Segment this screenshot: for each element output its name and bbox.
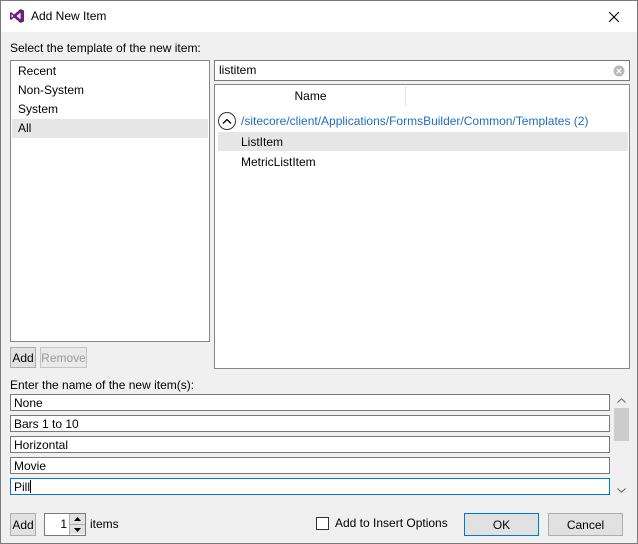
remove-category-button[interactable]: Remove [40,347,87,368]
template-label: MetricListItem [241,155,316,169]
category-item-system[interactable]: System [12,100,208,119]
category-item-all[interactable]: All [12,119,208,138]
stepper-buttons [69,514,85,535]
item-name-input-3[interactable]: Horizontal [10,436,610,453]
item-name-input-4[interactable]: Movie [10,457,610,474]
select-template-label: Select the template of the new item: [10,41,201,55]
add-category-button[interactable]: Add [10,347,36,368]
category-item-non-system[interactable]: Non-System [12,81,208,100]
search-value: listitem [219,63,257,77]
folder-path-link[interactable]: /sitecore/client/Applications/FormsBuild… [241,114,588,128]
item-name-value: None [14,396,43,410]
column-header-name[interactable]: Name [216,86,406,106]
scroll-down-button[interactable] [613,483,630,497]
scroll-thumb[interactable] [614,408,629,441]
item-name-value: Horizontal [14,438,69,452]
add-items-button[interactable]: Add [10,513,36,536]
visual-studio-icon [10,9,24,23]
item-count-value: 1 [60,517,67,531]
clear-search-icon[interactable] [613,65,625,77]
stepper-up-icon [74,517,81,521]
close-button[interactable] [591,1,637,32]
item-name-value: Pill [14,480,31,494]
collapse-icon [222,118,232,124]
stepper-down-icon [74,527,81,532]
item-name-value: Movie [14,459,47,473]
category-list: Recent Non-System System All [10,60,210,342]
column-header-empty [406,86,629,106]
template-item-listitem[interactable]: ListItem [218,132,628,151]
stepper-up-button[interactable] [70,514,85,524]
item-count-stepper[interactable]: 1 [44,513,86,536]
item-name-input-2[interactable]: Bars 1 to 10 [10,415,610,432]
window-title: Add New Item [31,9,107,23]
template-results-list: Name /sitecore/client/Applications/Forms… [214,84,630,369]
collapse-button[interactable] [218,112,236,130]
stepper-down-button[interactable] [70,524,85,534]
ok-button[interactable]: OK [464,513,539,536]
category-label: Recent [18,64,57,78]
text-caret [30,480,32,493]
folder-row[interactable]: /sitecore/client/Applications/FormsBuild… [218,111,628,131]
cancel-button[interactable]: Cancel [548,513,623,536]
scroll-up-button[interactable] [613,393,630,407]
item-name-input-1[interactable]: None [10,394,610,411]
title-bar: Add New Item [1,1,637,32]
enter-name-label: Enter the name of the new item(s): [10,378,195,392]
items-suffix-label: items [90,517,119,531]
item-name-input-5[interactable]: Pill [10,478,610,495]
add-to-insert-options-checkbox[interactable] [316,517,329,530]
close-icon [609,11,619,22]
scroll-down-icon [617,487,626,493]
search-input[interactable]: listitem [214,60,630,81]
add-to-insert-options-label[interactable]: Add to Insert Options [335,516,448,530]
scroll-up-icon [617,397,626,403]
template-item-metriclistitem[interactable]: MetricListItem [218,152,628,171]
category-label: Non-System [18,83,85,97]
item-name-value: Bars 1 to 10 [14,417,79,431]
category-item-recent[interactable]: Recent [12,62,208,81]
category-label: System [18,102,59,116]
add-new-item-dialog: Add New Item Select the template of the … [0,0,638,544]
template-label: ListItem [241,135,284,149]
name-list-scrollbar[interactable] [613,393,630,497]
category-label: All [18,121,32,135]
